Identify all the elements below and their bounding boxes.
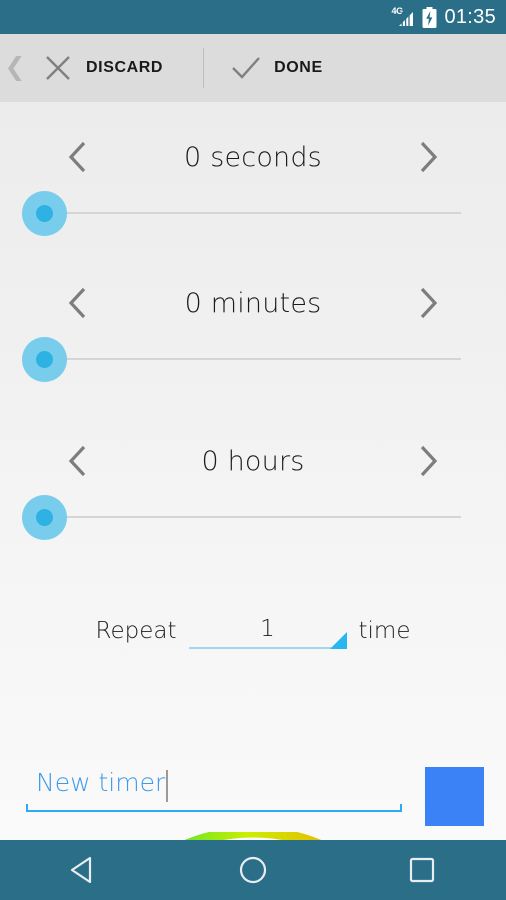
hours-slider-thumb[interactable] [36,509,53,526]
hours-increment-icon[interactable] [400,444,456,478]
minutes-decrement-icon[interactable] [50,286,106,320]
seconds-decrement-icon[interactable] [50,140,106,174]
action-bar-divider [203,48,205,88]
timer-name-underline [26,804,402,812]
action-bar: ❮ DISCARD DONE [0,34,506,102]
minutes-increment-icon[interactable] [400,286,456,320]
minutes-slider-track [45,358,461,360]
done-label: DONE [274,59,323,76]
seconds-section: 0 seconds [0,128,506,240]
timer-editor-screen: 4G 01:35 ❮ DISCARD DONE 0 seconds 0 minu… [0,0,506,900]
triangle-back-icon [71,856,92,884]
minutes-slider[interactable] [0,332,506,386]
color-swatch[interactable] [425,767,484,826]
signal-bars-icon: 4G [391,6,415,27]
spinner-triangle-icon [329,632,347,649]
timer-name-value: New timer [36,768,166,797]
discard-button[interactable]: DISCARD [30,34,163,102]
hours-stepper-row: 0 hours [0,432,506,490]
square-recents-icon [409,857,434,883]
battery-glyph [422,6,437,28]
repeat-count-value: 1 [260,616,275,642]
repeat-unit-label: time [358,618,411,644]
signal-bars-glyph [399,11,414,27]
checkmark-icon [218,54,274,82]
minutes-slider-thumb[interactable] [36,351,53,368]
repeat-count-spinner[interactable]: 1 [188,607,347,655]
repeat-row: Repeat 1 time [0,607,506,655]
seconds-slider-thumb[interactable] [36,205,53,222]
spinner-underline [188,647,347,649]
timer-name-input[interactable]: New timer [26,762,402,816]
circle-home-icon [239,856,267,884]
status-bar: 4G 01:35 [0,0,506,34]
nav-recents-button[interactable] [372,840,472,900]
seconds-slider-track [45,212,461,214]
minutes-stepper-row: 0 minutes [0,274,506,332]
nav-back-button[interactable] [34,840,134,900]
clock-time: 01:35 [444,5,496,28]
seconds-increment-icon[interactable] [400,140,456,174]
hours-slider[interactable] [0,490,506,544]
timer-name-row: New timer [0,762,506,832]
seconds-stepper-row: 0 seconds [0,128,506,186]
text-caret [166,770,168,802]
minutes-section: 0 minutes [0,274,506,386]
seconds-slider[interactable] [0,186,506,240]
repeat-label: Repeat [95,618,177,644]
nav-home-button[interactable] [203,840,303,900]
battery-charging-icon [422,6,437,28]
hours-section: 0 hours [0,432,506,544]
done-button[interactable]: DONE [218,34,323,102]
close-x-icon [30,54,86,82]
discard-label: DISCARD [86,59,164,76]
hours-slider-track [45,516,461,518]
hours-decrement-icon[interactable] [50,444,106,478]
content-area: 0 seconds 0 minutes 0 hours Repeat 1 tim… [0,102,506,900]
system-navigation-bar [0,840,506,900]
back-chevron-icon[interactable]: ❮ [0,54,30,82]
